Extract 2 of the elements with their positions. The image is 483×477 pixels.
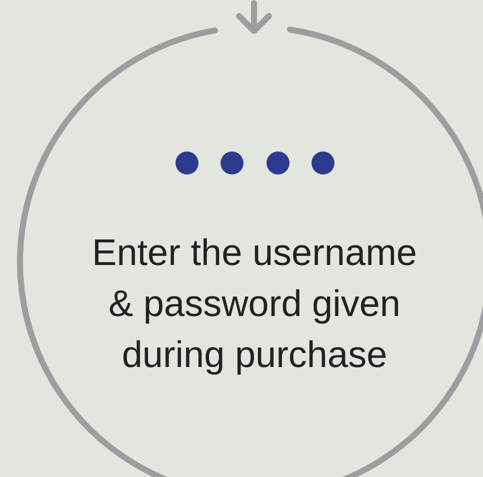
- instruction-text: Enter the username & password given during purchase: [92, 231, 417, 377]
- pin-dots-icon: [174, 151, 334, 175]
